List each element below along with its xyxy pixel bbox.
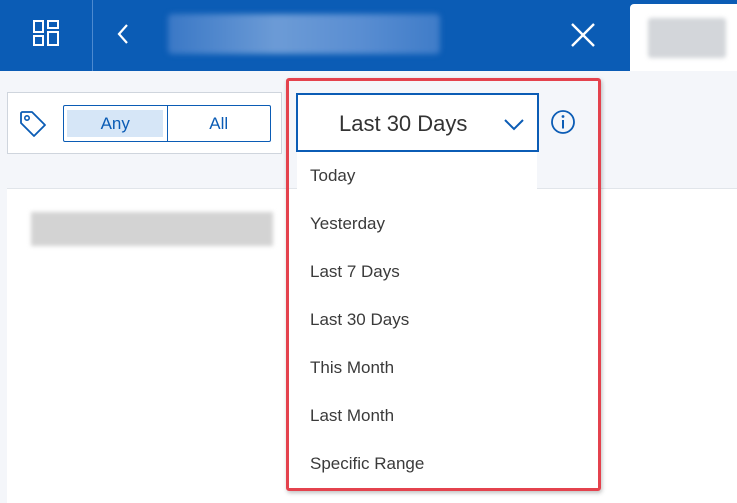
date-range-value: Last 30 Days [339,111,468,136]
match-mode-toggle: Any All [63,105,271,142]
match-any-option[interactable]: Any [64,106,168,141]
redacted-tab-label [648,18,726,58]
close-icon [570,22,596,53]
menu-item-yesterday[interactable]: Yesterday [297,200,537,248]
tag-filter: Any All [7,92,282,154]
active-tab[interactable] [630,4,737,71]
close-button[interactable] [564,18,602,56]
top-bar [0,0,737,71]
menu-item-last-30-days[interactable]: Last 30 Days [297,296,537,344]
date-range-menu: Today Yesterday Last 7 Days Last 30 Days… [297,152,537,492]
chevron-down-icon [502,113,526,135]
menu-item-this-month[interactable]: This Month [297,344,537,392]
menu-item-last-7-days[interactable]: Last 7 Days [297,248,537,296]
back-button[interactable] [106,16,140,56]
date-range-select[interactable]: Last 30 Days [296,93,539,152]
menu-item-today[interactable]: Today [297,152,537,200]
redacted-title [168,14,440,54]
info-icon[interactable] [550,109,576,135]
menu-item-specific-range[interactable]: Specific Range [297,440,537,488]
tag-icon [18,109,48,139]
match-all-option[interactable]: All [168,106,271,141]
chevron-left-icon [116,23,130,50]
grid-layout-icon [32,19,60,52]
menu-item-last-month[interactable]: Last Month [297,392,537,440]
redacted-content [31,212,273,246]
apps-button[interactable] [0,0,93,71]
